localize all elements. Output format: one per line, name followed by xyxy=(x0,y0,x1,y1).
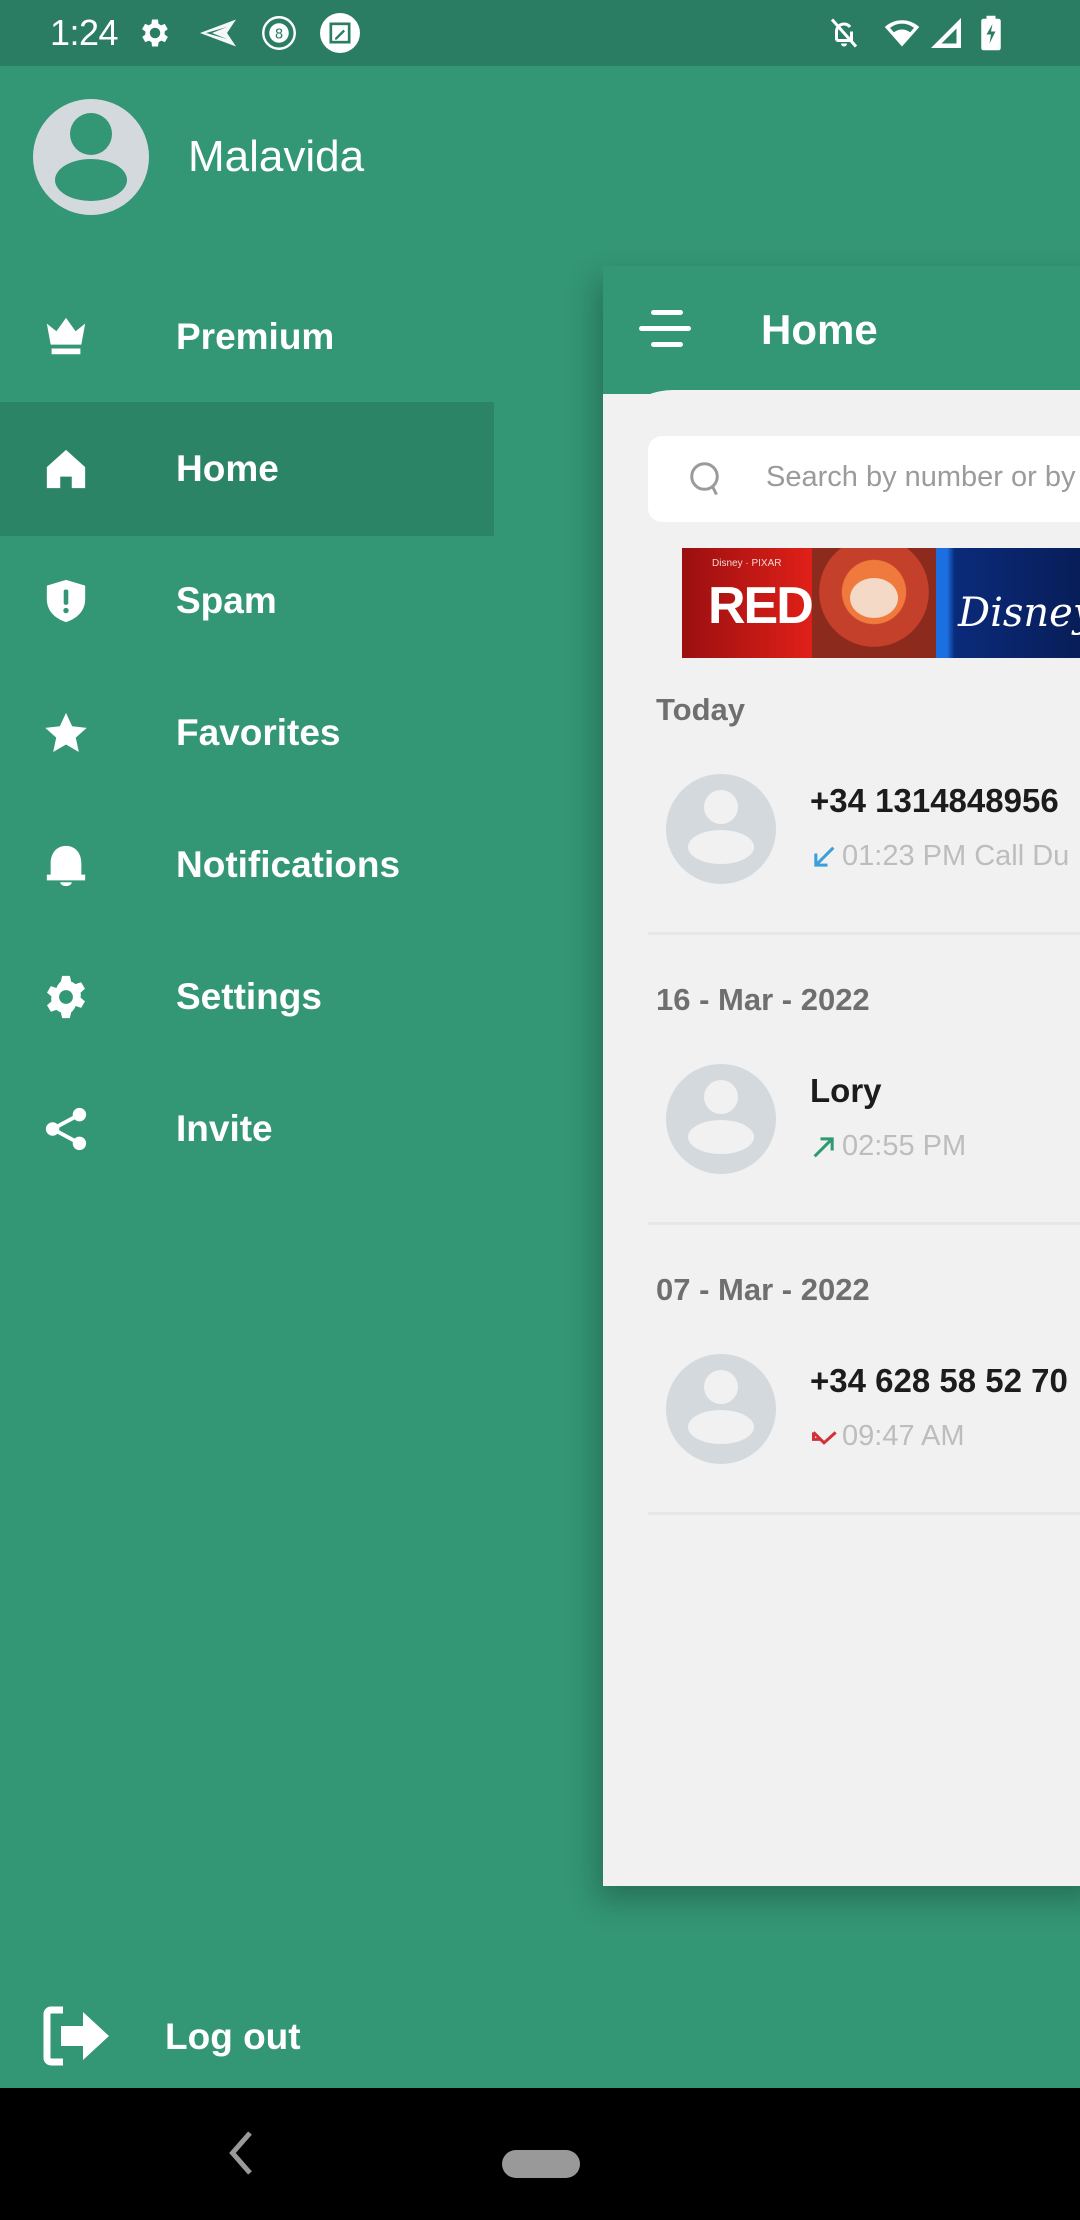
incoming-call-icon xyxy=(810,843,838,871)
ad-red-panel: Disney · PIXAR RED xyxy=(682,548,814,658)
drawer-item-premium[interactable]: Premium xyxy=(0,271,494,403)
app-bar: Home xyxy=(603,266,1080,394)
screenshot-edit-icon xyxy=(320,13,360,53)
svg-text:8: 8 xyxy=(275,26,284,42)
section-label: 16 - Mar - 2022 xyxy=(656,982,870,1017)
call-time: 02:55 PM xyxy=(842,1130,967,1162)
drawer-item-label: Settings xyxy=(176,976,322,1017)
divider xyxy=(648,1512,1080,1515)
drawer-item-invite[interactable]: Invite xyxy=(0,1063,494,1195)
divider xyxy=(648,1222,1080,1225)
divider xyxy=(648,932,1080,935)
call-name: Lory xyxy=(810,1072,882,1109)
8-ball-icon: 8 xyxy=(261,15,297,51)
share-icon xyxy=(43,1106,89,1152)
outgoing-call-icon xyxy=(810,1133,838,1161)
call-list-item[interactable]: +34 628 58 52 70 09:47 AM xyxy=(603,1342,1080,1482)
profile-name[interactable]: Malavida xyxy=(188,132,364,182)
crown-icon xyxy=(43,314,89,360)
logout-button[interactable]: Log out xyxy=(0,1986,400,2086)
system-nav-bar xyxy=(0,2088,1080,2220)
home-content: Search by number or by name Disney · PIX… xyxy=(603,390,1080,1886)
call-name: +34 1314848956 xyxy=(810,782,1059,819)
call-extra: Call Du xyxy=(974,840,1070,872)
notifications-off-icon xyxy=(826,15,862,51)
bell-icon xyxy=(43,842,89,888)
drawer-item-settings[interactable]: Settings xyxy=(0,931,494,1063)
drawer-item-label: Spam xyxy=(176,580,277,621)
call-meta: 02:55 PM xyxy=(810,1130,966,1163)
call-meta: 01:23 PM Call Du xyxy=(810,840,1069,873)
back-icon[interactable] xyxy=(225,2128,255,2178)
call-time: 09:47 AM xyxy=(842,1420,965,1452)
logout-icon xyxy=(43,2006,111,2066)
drawer-item-label: Premium xyxy=(176,316,335,357)
call-meta: 09:47 AM xyxy=(810,1420,965,1453)
missed-call-icon xyxy=(810,1423,838,1451)
drawer-item-label: Invite xyxy=(176,1108,273,1149)
drawer-item-label: Favorites xyxy=(176,712,341,753)
signal-icon xyxy=(928,15,964,51)
drawer-item-label: Home xyxy=(176,448,279,489)
call-list-item[interactable]: Lory 02:55 PM xyxy=(603,1052,1080,1192)
status-bar: 1:24 8 xyxy=(0,0,1080,66)
menu-icon[interactable] xyxy=(639,310,695,350)
avatar xyxy=(666,1354,776,1464)
ad-brand: Disney · PIXAR xyxy=(712,558,782,569)
profile-avatar[interactable] xyxy=(33,99,149,215)
ad-disney-panel: Disney xyxy=(936,548,1080,658)
battery-charging-icon xyxy=(980,15,1002,51)
shield-alert-icon xyxy=(43,578,89,624)
avatar xyxy=(666,1064,776,1174)
search-input[interactable]: Search by number or by name xyxy=(648,436,1080,522)
wifi-icon xyxy=(882,15,922,51)
call-list-item[interactable]: +34 1314848956 01:23 PM Call Du xyxy=(603,762,1080,902)
ad-banner[interactable]: Disney · PIXAR RED Disney xyxy=(682,548,1080,658)
drawer-item-spam[interactable]: Spam xyxy=(0,535,494,667)
search-icon xyxy=(688,460,724,498)
settings-icon xyxy=(137,15,173,51)
gear-icon xyxy=(43,974,89,1020)
drawer-item-notifications[interactable]: Notifications xyxy=(0,799,494,931)
send-icon xyxy=(196,15,240,51)
status-time: 1:24 xyxy=(50,12,119,53)
home-pill-button[interactable] xyxy=(502,2150,580,2178)
ad-panda-image xyxy=(812,548,936,658)
call-name: +34 628 58 52 70 xyxy=(810,1362,1068,1399)
ad-title: RED xyxy=(708,577,814,635)
search-placeholder: Search by number or by name xyxy=(766,461,1080,493)
drawer-item-favorites[interactable]: Favorites xyxy=(0,667,494,799)
call-time: 01:23 PM xyxy=(842,840,967,872)
drawer-item-label: Notifications xyxy=(176,844,401,885)
home-screen-preview[interactable]: Home Search by number or by name Disney … xyxy=(603,266,1080,1886)
star-icon xyxy=(43,710,89,756)
section-label: Today xyxy=(656,692,745,727)
ad-partner: Disney xyxy=(958,590,1080,636)
drawer-item-home[interactable]: Home xyxy=(0,402,494,536)
page-title: Home xyxy=(761,306,878,353)
logout-label: Log out xyxy=(165,2016,301,2057)
section-label: 07 - Mar - 2022 xyxy=(656,1272,870,1307)
home-icon xyxy=(43,446,89,492)
avatar xyxy=(666,774,776,884)
